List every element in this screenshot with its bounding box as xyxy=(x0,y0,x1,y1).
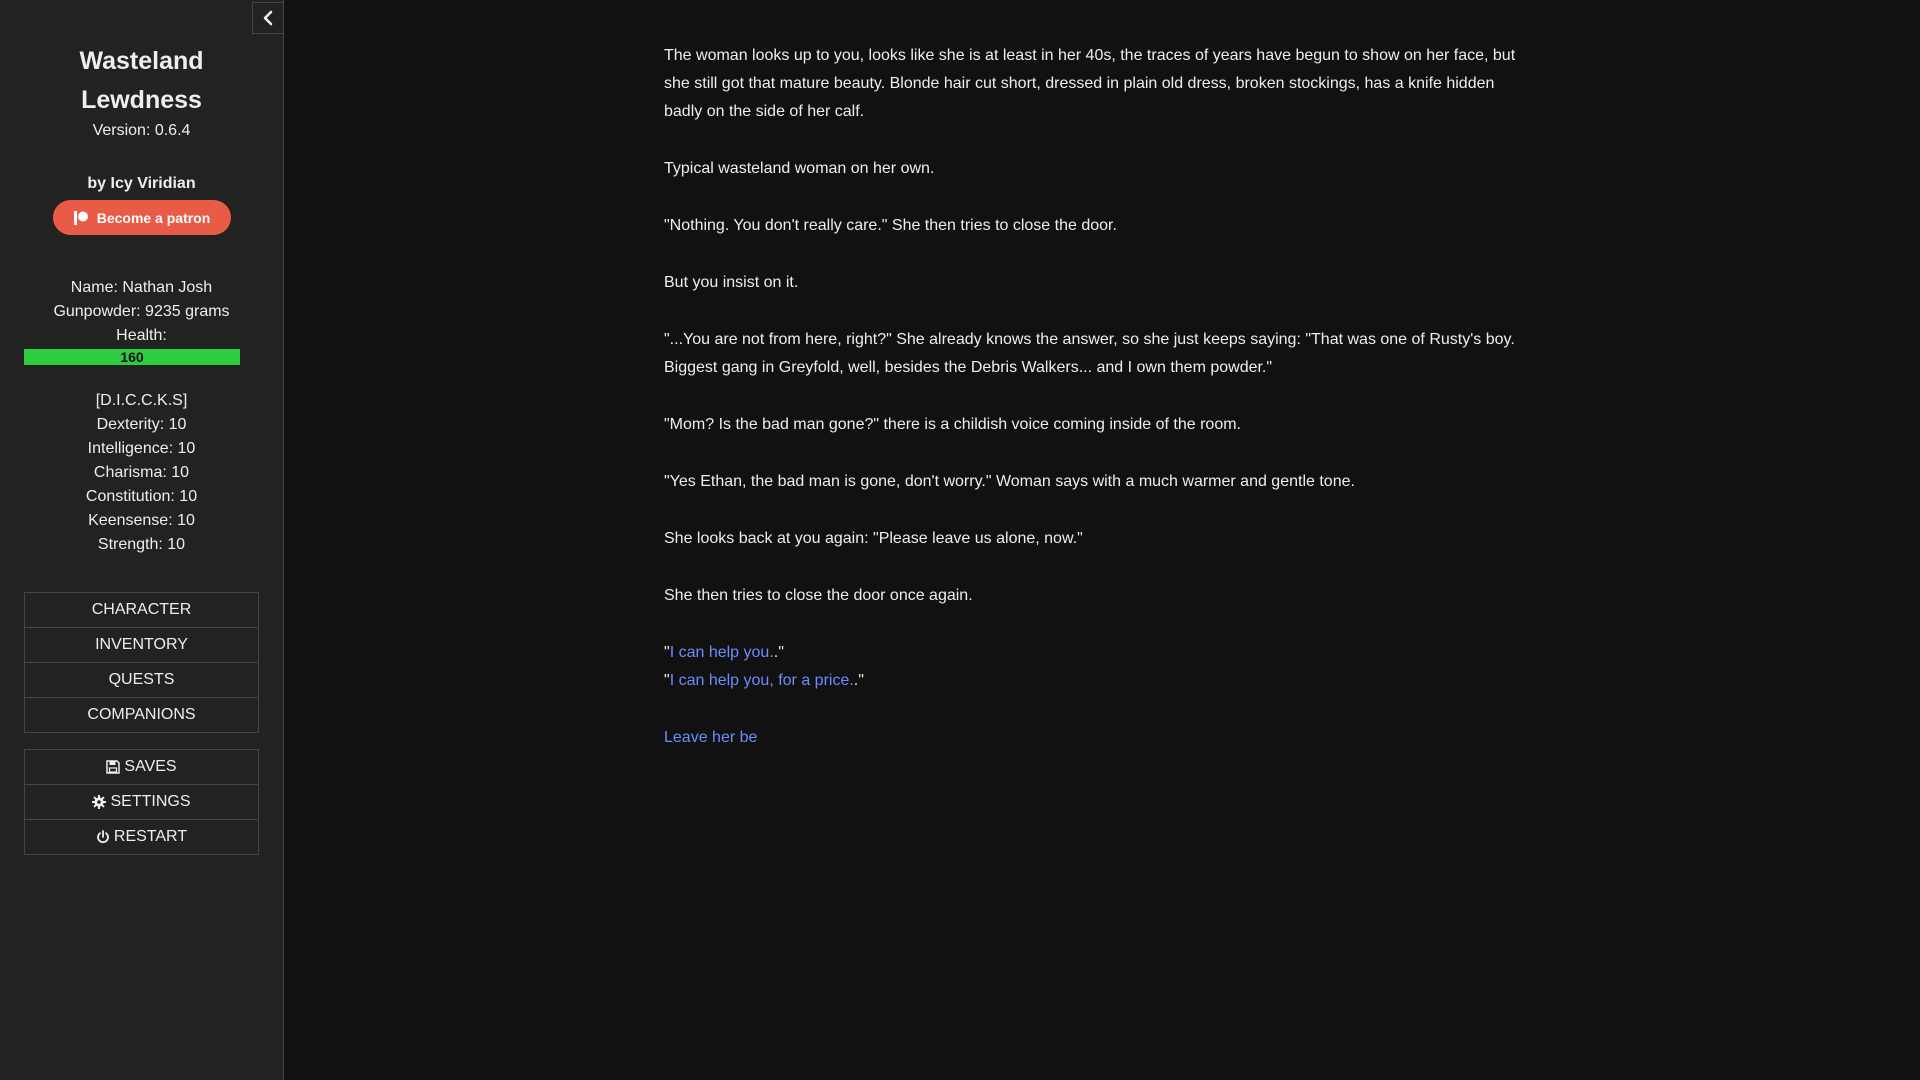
story-author: by Icy Viridian xyxy=(87,175,196,192)
stats-panel: [D.I.C.C.K.S] Dexterity: 10 Intelligence… xyxy=(0,389,283,557)
passage-paragraph-3: "Nothing. You don't really care." She th… xyxy=(664,217,1117,234)
story-version: Version: 0.6.4 xyxy=(92,122,191,139)
menu-companions[interactable]: COMPANIONS xyxy=(25,698,258,732)
menu-inventory[interactable]: INVENTORY xyxy=(25,628,258,663)
choice-help-for-price-link[interactable]: I can help you, for a price. xyxy=(670,672,854,689)
menu-character[interactable]: CHARACTER xyxy=(25,593,258,628)
character-info: Name: Nathan Josh Gunpowder: 9235 grams … xyxy=(0,276,283,348)
stat-charisma: Charisma: 10 xyxy=(93,464,190,481)
health-value: 160 xyxy=(120,349,144,365)
sidebar: Wasteland Lewdness Version: 0.6.4 by Icy… xyxy=(0,0,284,1080)
passage-paragraph-6: "Mom? Is the bad man gone?" there is a c… xyxy=(664,416,1241,433)
restart-label: RESTART xyxy=(113,828,188,845)
power-icon xyxy=(97,830,109,844)
story-title: Wasteland Lewdness xyxy=(0,42,283,120)
character-gunpowder: Gunpowder: 9235 grams xyxy=(53,303,230,320)
gear-icon xyxy=(92,795,107,809)
passage-paragraph-1: The woman looks up to you, looks like sh… xyxy=(664,47,1516,120)
floppy-disk-icon xyxy=(106,760,121,774)
settings-label: SETTINGS xyxy=(110,793,191,810)
passage-paragraph-5: "...You are not from here, right?" She a… xyxy=(664,331,1515,376)
choice-2-quote-close: ." xyxy=(853,672,864,689)
stat-dexterity: Dexterity: 10 xyxy=(96,416,187,433)
health-bar: 160 xyxy=(24,349,240,365)
character-name: Name: Nathan Josh xyxy=(70,279,213,296)
saves-button[interactable]: SAVES xyxy=(25,750,258,785)
passage-paragraph-7: "Yes Ethan, the bad man is gone, don't w… xyxy=(664,473,1355,490)
choice-1-quote-close: ." xyxy=(773,644,784,661)
story-title-line2: Lewdness xyxy=(81,86,202,114)
stat-constitution: Constitution: 10 xyxy=(85,488,198,505)
menu-quests[interactable]: QUESTS xyxy=(25,663,258,698)
leave-choice: Leave her be xyxy=(664,724,1534,752)
patreon-icon xyxy=(73,210,88,225)
sidebar-toggle-button[interactable] xyxy=(252,2,284,34)
core-menu: SAVES SETTINGS RESTART xyxy=(24,749,259,855)
story-title-line1: Wasteland xyxy=(79,47,204,75)
chevron-left-icon xyxy=(263,10,273,26)
leave-her-be-link[interactable]: Leave her be xyxy=(664,729,757,746)
restart-button[interactable]: RESTART xyxy=(25,820,258,854)
stats-header: [D.I.C.C.K.S] xyxy=(95,392,188,409)
passage-paragraph-4: But you insist on it. xyxy=(664,274,799,291)
story-passage: The woman looks up to you, looks like sh… xyxy=(664,42,1534,781)
stat-strength: Strength: 10 xyxy=(97,536,186,553)
become-patron-button[interactable]: Become a patron xyxy=(52,200,231,235)
passage-paragraph-8: She looks back at you again: "Please lea… xyxy=(664,530,1083,547)
stat-keensense: Keensense: 10 xyxy=(88,512,195,529)
passage-paragraph-2: Typical wasteland woman on her own. xyxy=(664,160,935,177)
saves-label: SAVES xyxy=(124,758,177,775)
passage-paragraph-9: She then tries to close the door once ag… xyxy=(664,587,973,604)
choice-list: "I can help you.." "I can help you, for … xyxy=(664,639,1534,695)
choice-help-link[interactable]: I can help you. xyxy=(670,644,774,661)
stat-intelligence: Intelligence: 10 xyxy=(87,440,196,457)
settings-button[interactable]: SETTINGS xyxy=(25,785,258,820)
choice-2: "I can help you, for a price.." xyxy=(664,672,864,689)
story-menu: CHARACTER INVENTORY QUESTS COMPANIONS xyxy=(24,592,259,733)
health-label: Health: xyxy=(116,327,167,344)
become-patron-label: Become a patron xyxy=(96,209,211,226)
choice-1: "I can help you.." xyxy=(664,644,784,661)
